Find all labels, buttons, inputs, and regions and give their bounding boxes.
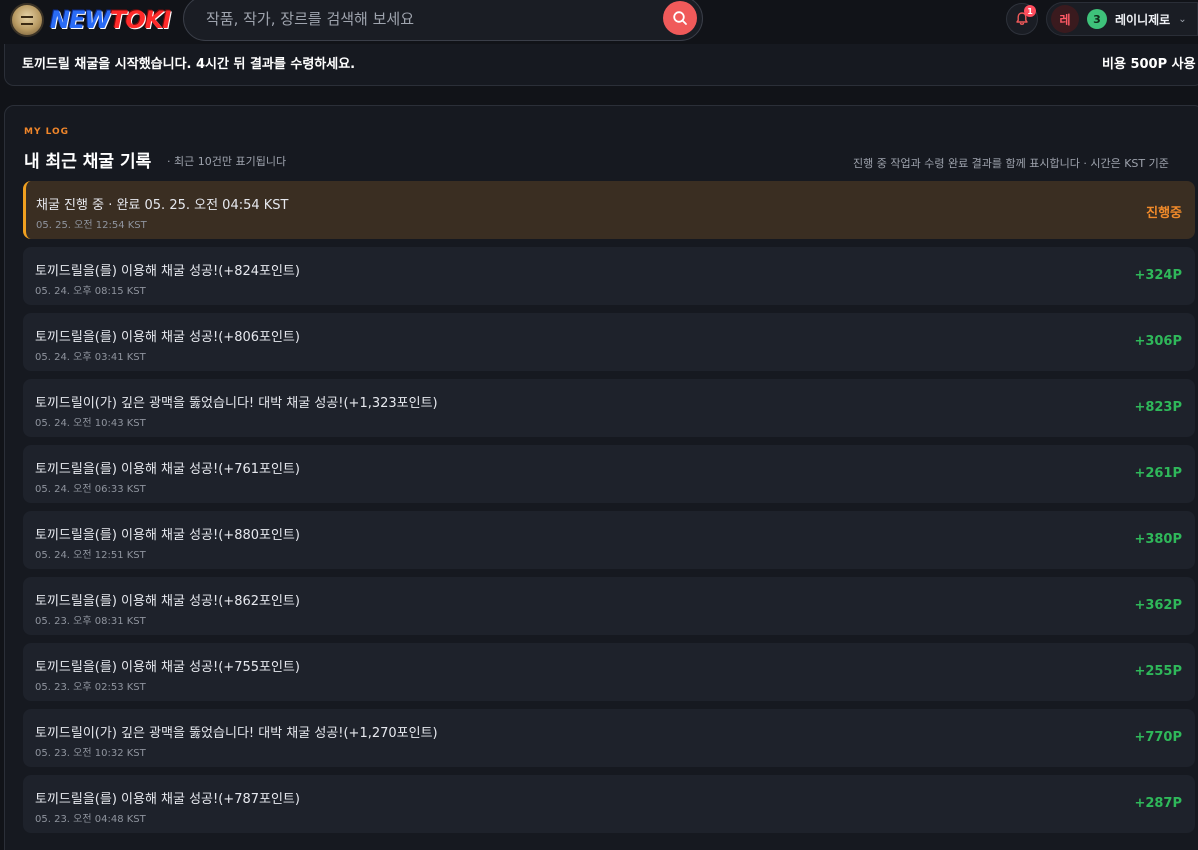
avatar: 레 — [1051, 5, 1079, 33]
log-item-time: 05. 25. 오전 12:54 KST — [36, 220, 147, 231]
list-item: 토끼드릴을(를) 이용해 채굴 성공!(+824포인트) 05. 24. 오후 … — [23, 247, 1195, 305]
list-item: 토끼드릴을(를) 이용해 채굴 성공!(+806포인트) 05. 24. 오후 … — [23, 313, 1195, 371]
list-item: 토끼드릴을(를) 이용해 채굴 성공!(+880포인트) 05. 24. 오전 … — [23, 511, 1195, 569]
log-item-time: 05. 24. 오전 12:51 KST — [35, 550, 146, 561]
log-item-time: 05. 24. 오전 06:33 KST — [35, 484, 146, 495]
mining-notice-banner: 토끼드릴 채굴을 시작했습니다. 4시간 뒤 결과를 수령하세요. 비용 500… — [4, 44, 1198, 86]
log-item-text: 토끼드릴을(를) 이용해 채굴 성공!(+787포인트) — [35, 792, 300, 807]
logo-text-new: NEW — [50, 6, 111, 34]
log-item-points: +255P — [1134, 664, 1182, 679]
status-badge: 진행중 — [1146, 206, 1182, 221]
notification-button[interactable]: 1 — [1006, 3, 1038, 35]
log-item-points: +306P — [1134, 334, 1182, 349]
log-item-text: 토끼드릴을(를) 이용해 채굴 성공!(+806포인트) — [35, 330, 300, 345]
log-item-time: 05. 23. 오전 04:48 KST — [35, 814, 146, 825]
mining-log-panel: MY LOG 내 최근 채굴 기록 · 최근 10건만 표기됩니다 진행 중 작… — [4, 105, 1198, 850]
log-item-time: 05. 23. 오후 02:53 KST — [35, 682, 146, 693]
log-item-text: 토끼드릴을(를) 이용해 채굴 성공!(+755포인트) — [35, 660, 300, 675]
log-item-points: +770P — [1134, 730, 1182, 745]
list-item: 토끼드릴을(를) 이용해 채굴 성공!(+755포인트) 05. 23. 오후 … — [23, 643, 1195, 701]
log-item-points: +261P — [1134, 466, 1182, 481]
log-item-text: 토끼드릴을(를) 이용해 채굴 성공!(+824포인트) — [35, 264, 300, 279]
list-item: 토끼드릴이(가) 깊은 광맥을 뚫었습니다! 대박 채굴 성공!(+1,323포… — [23, 379, 1195, 437]
log-item-points: +380P — [1134, 532, 1182, 547]
list-item-in-progress: 채굴 진행 중 · 완료 05. 25. 오전 04:54 KST 05. 25… — [23, 181, 1195, 239]
section-eyebrow: MY LOG — [24, 127, 70, 137]
notice-message: 토끼드릴 채굴을 시작했습니다. 4시간 뒤 결과를 수령하세요. — [22, 57, 356, 72]
logo-text-toki: TOKI — [109, 6, 171, 34]
user-level-badge: 3 — [1087, 9, 1107, 29]
log-item-points: +362P — [1134, 598, 1182, 613]
log-item-time: 05. 23. 오전 10:32 KST — [35, 748, 146, 759]
search-button[interactable] — [663, 1, 697, 35]
user-name: 레이니제로 — [1115, 12, 1171, 27]
logo-text: NEWTOKI — [50, 6, 171, 34]
site-logo[interactable]: NEWTOKI — [10, 3, 171, 37]
notification-count-badge: 1 — [1024, 5, 1036, 17]
log-item-text: 채굴 진행 중 · 완료 05. 25. 오전 04:54 KST — [36, 198, 289, 213]
list-item: 토끼드릴이(가) 깊은 광맥을 뚫었습니다! 대박 채굴 성공!(+1,270포… — [23, 709, 1195, 767]
search-bar — [183, 0, 703, 41]
logo-mascot-icon — [10, 3, 44, 37]
chevron-down-icon: ⌄ — [1178, 13, 1187, 25]
log-item-text: 토끼드릴이(가) 깊은 광맥을 뚫었습니다! 대박 채굴 성공!(+1,270포… — [35, 726, 438, 741]
list-item: 토끼드릴을(를) 이용해 채굴 성공!(+761포인트) 05. 24. 오전 … — [23, 445, 1195, 503]
log-item-text: 토끼드릴이(가) 깊은 광맥을 뚫었습니다! 대박 채굴 성공!(+1,323포… — [35, 396, 438, 411]
notice-cost: 비용 500P 사용 — [1102, 57, 1196, 72]
section-note: 진행 중 작업과 수령 완료 결과를 함께 표시합니다 · 시간은 KST 기준 — [853, 157, 1169, 170]
section-subtitle: · 최근 10건만 표기됩니다 — [167, 155, 287, 168]
log-item-text: 토끼드릴을(를) 이용해 채굴 성공!(+880포인트) — [35, 528, 300, 543]
log-item-time: 05. 24. 오후 03:41 KST — [35, 352, 146, 363]
list-item: 토끼드릴을(를) 이용해 채굴 성공!(+787포인트) 05. 23. 오전 … — [23, 775, 1195, 833]
log-item-time: 05. 24. 오전 10:43 KST — [35, 418, 146, 429]
page-title: 내 최근 채굴 기록 — [24, 152, 152, 172]
log-item-points: +287P — [1134, 796, 1182, 811]
list-item: 토끼드릴을(를) 이용해 채굴 성공!(+862포인트) 05. 23. 오후 … — [23, 577, 1195, 635]
log-item-text: 토끼드릴을(를) 이용해 채굴 성공!(+761포인트) — [35, 462, 300, 477]
log-item-text: 토끼드릴을(를) 이용해 채굴 성공!(+862포인트) — [35, 594, 300, 609]
top-navigation-bar: NEWTOKI 1 레 3 레이니제로 ⌄ — [0, 0, 1198, 44]
log-item-time: 05. 24. 오후 08:15 KST — [35, 286, 146, 297]
log-item-points: +823P — [1134, 400, 1182, 415]
user-menu[interactable]: 레 3 레이니제로 ⌄ — [1046, 2, 1198, 36]
search-input[interactable] — [206, 0, 646, 40]
search-icon — [673, 11, 687, 25]
log-item-time: 05. 23. 오후 08:31 KST — [35, 616, 146, 627]
log-item-points: +324P — [1134, 268, 1182, 283]
